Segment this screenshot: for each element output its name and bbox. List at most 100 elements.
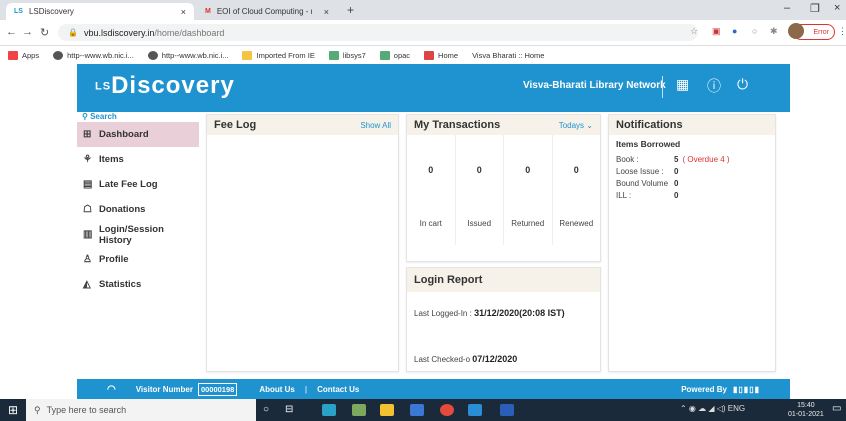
contact-us-link[interactable]: Contact Us bbox=[317, 385, 359, 394]
extension-icon[interactable]: ○ bbox=[752, 26, 757, 36]
site-icon bbox=[379, 50, 390, 60]
help-icon[interactable]: ⓘ bbox=[707, 76, 721, 96]
last-checked-value: 07/12/2020 bbox=[472, 354, 518, 364]
about-us-link[interactable]: About Us bbox=[259, 385, 295, 394]
qr-code-icon[interactable]: ▦ bbox=[676, 76, 689, 93]
sidebar-item-statistics[interactable]: ◭ Statistics bbox=[77, 272, 199, 297]
page: LSDiscovery Visva-Bharati Library Networ… bbox=[0, 64, 846, 399]
minimize-icon[interactable]: – bbox=[784, 2, 790, 14]
bookmarks-bar: Apps http--www.wb.nic.i... http--www.wb.… bbox=[0, 46, 846, 64]
fee-log-title: Fee Log bbox=[214, 119, 257, 131]
fee-log-header: Fee Log Show All bbox=[207, 115, 398, 135]
avatar bbox=[788, 23, 804, 39]
url-path: /home/dashboard bbox=[154, 27, 225, 38]
store-icon[interactable] bbox=[410, 404, 424, 416]
items-icon: ⚘ bbox=[83, 154, 92, 165]
transactions-card: My Transactions Todays ⌄ 0 In cart 0 Issue… bbox=[406, 114, 601, 262]
chrome-icon[interactable] bbox=[440, 404, 454, 416]
tx-label: Renewed bbox=[559, 219, 594, 228]
visitor-label: Visitor Number bbox=[135, 384, 193, 394]
menu-icon[interactable]: ⋮ bbox=[838, 26, 846, 37]
tab-close-icon[interactable]: × bbox=[181, 7, 186, 17]
items-borrowed-heading: Items Borrowed bbox=[616, 139, 681, 149]
apps-icon bbox=[8, 50, 18, 60]
bookmark-item[interactable]: Home bbox=[424, 50, 458, 60]
tx-column[interactable]: 0 Renewed bbox=[553, 135, 601, 245]
lsdiscovery-logo[interactable]: LSDiscovery bbox=[95, 72, 235, 100]
bookmark-item[interactable]: http--www.wb.nic.i... bbox=[53, 50, 134, 60]
bookmark-item[interactable]: Visva Bharati :: Home bbox=[472, 51, 544, 60]
book-row: Book :5( Overdue 4 ) bbox=[616, 154, 730, 164]
globe-icon bbox=[53, 50, 64, 60]
windows-start-icon[interactable]: ⊞ bbox=[8, 403, 18, 417]
transactions-title: My Transactions bbox=[414, 119, 501, 131]
sidebar-menu: ⊞ Dashboard ⚘ Items ▤ Late Fee Log ☖ Donatio… bbox=[77, 122, 199, 297]
tx-label: Issued bbox=[467, 219, 492, 228]
search-icon: ⚲ bbox=[34, 404, 41, 415]
extension-icon[interactable]: ● bbox=[732, 26, 737, 36]
notifications-card: Notifications Items Borrowed Book :5( Ov… bbox=[608, 114, 776, 372]
overdue-badge[interactable]: ( Overdue 4 ) bbox=[682, 155, 729, 164]
taskbar-search-input[interactable]: ⚲ Type here to search bbox=[26, 399, 256, 421]
system-tray[interactable]: ⌃ ◉ ☁ ◢ ◁) ENG bbox=[680, 404, 745, 413]
url-host: vbu.lsdiscovery.in bbox=[83, 27, 155, 38]
star-icon[interactable]: ☆ bbox=[690, 26, 698, 37]
restore-icon[interactable]: ❐ bbox=[810, 2, 820, 15]
sidebar-item-login-history[interactable]: ▥ Login/Session History bbox=[77, 222, 199, 247]
sidebar-item-donations[interactable]: ☖ Donations bbox=[77, 197, 199, 222]
sidebar-item-profile[interactable]: ♙ Profile bbox=[77, 247, 199, 272]
tx-column[interactable]: 0 Returned bbox=[504, 135, 553, 245]
ill-row: ILL :0 bbox=[616, 190, 679, 200]
last-logged-in-row: Last Logged-In : 31/12/2020(20:08 IST) bbox=[414, 308, 565, 318]
sidebar-search[interactable]: ⚲ Search bbox=[82, 112, 117, 121]
bound-volume-row: Bound Volume 0 bbox=[616, 178, 679, 188]
bookmark-apps[interactable]: Apps bbox=[8, 50, 39, 60]
notifications-icon[interactable]: ▭ bbox=[832, 403, 841, 414]
login-report-header: Login Report bbox=[407, 268, 600, 292]
file-explorer-icon[interactable] bbox=[380, 404, 394, 416]
bookmark-item[interactable]: opac bbox=[379, 50, 410, 60]
sidebar-item-dashboard[interactable]: ⊞ Dashboard bbox=[77, 122, 199, 147]
tab-lsdiscovery[interactable]: LS LSDiscovery × bbox=[6, 3, 194, 20]
app-icon[interactable] bbox=[352, 404, 366, 416]
tx-label: Returned bbox=[511, 219, 545, 228]
task-view-icon[interactable]: ⊟ bbox=[285, 404, 299, 416]
power-icon[interactable]: ⏻ bbox=[737, 76, 748, 93]
forward-icon[interactable]: → bbox=[22, 26, 33, 38]
fee-log-card: Fee Log Show All bbox=[206, 114, 399, 372]
word-icon[interactable] bbox=[500, 404, 514, 416]
reload-icon[interactable]: ↻ bbox=[40, 26, 49, 39]
bookmark-item[interactable]: Imported From IE bbox=[242, 50, 315, 60]
back-icon[interactable]: ← bbox=[6, 26, 17, 38]
tab-close-icon[interactable]: × bbox=[324, 7, 329, 17]
windows-taskbar: ⊞ ⚲ Type here to search ○ ⊟ ⌃ ◉ ☁ ◢ ◁) E… bbox=[0, 399, 846, 421]
url-field[interactable]: 🔒 vbu.lsdiscovery.in /home/dashboard bbox=[58, 24, 698, 41]
tx-column[interactable]: 0 In cart bbox=[407, 135, 456, 245]
notifications-body: Items Borrowed Book :5( Overdue 4 ) Loos… bbox=[609, 135, 775, 205]
sidebar-item-late-fee-log[interactable]: ▤ Late Fee Log bbox=[77, 172, 199, 197]
show-all-link[interactable]: Show All bbox=[360, 121, 391, 130]
transactions-grid: 0 In cart 0 Issued 0 Returned 0 Renewed bbox=[407, 135, 600, 245]
edge-icon[interactable] bbox=[322, 404, 336, 416]
cortana-icon[interactable]: ○ bbox=[263, 404, 277, 416]
tx-count: 0 bbox=[476, 165, 482, 175]
gmail-favicon-icon: M bbox=[205, 8, 211, 15]
tx-column[interactable]: 0 Issued bbox=[456, 135, 504, 245]
clock[interactable]: 15:40 01-01-2021 bbox=[788, 401, 824, 419]
tx-label: In cart bbox=[419, 219, 442, 228]
bookmark-item[interactable]: libsys7 bbox=[328, 50, 366, 60]
bookmark-item[interactable]: http--www.wb.nic.i... bbox=[147, 50, 228, 60]
transactions-header: My Transactions Todays ⌄ bbox=[407, 115, 600, 135]
period-dropdown[interactable]: Todays ⌄ bbox=[559, 121, 593, 130]
sidebar-item-items[interactable]: ⚘ Items bbox=[77, 147, 199, 172]
extensions-puzzle-icon[interactable]: ✱ bbox=[770, 26, 778, 37]
tab-eoi[interactable]: M EOI of Cloud Computing - ncsah... × bbox=[197, 3, 337, 20]
new-tab-button[interactable]: + bbox=[347, 3, 354, 17]
powered-by-label: Powered By bbox=[681, 384, 727, 394]
chevron-down-icon: ⌄ bbox=[586, 120, 593, 130]
globe-icon bbox=[147, 50, 158, 60]
extension-icon[interactable]: ▣ bbox=[712, 26, 721, 37]
close-window-icon[interactable]: × bbox=[834, 2, 840, 14]
mail-icon[interactable] bbox=[468, 404, 482, 416]
browser-tabbar: LS LSDiscovery × M EOI of Cloud Computin… bbox=[0, 0, 846, 20]
